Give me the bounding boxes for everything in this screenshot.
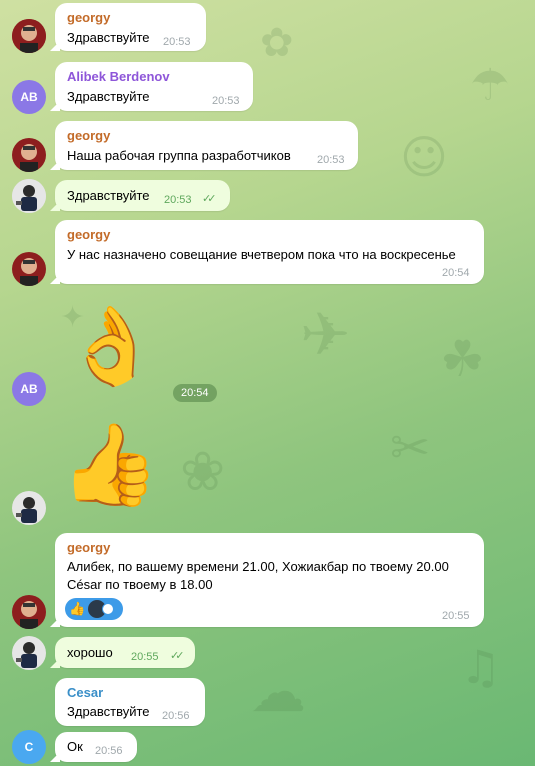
message-time: 20:54: [442, 267, 470, 279]
double-check-icon: ✓✓: [202, 193, 217, 205]
avatar-georgy[interactable]: [12, 19, 46, 53]
bubble-tail: [50, 752, 60, 762]
background-doodle: ✿: [260, 20, 294, 66]
sender-name[interactable]: georgy: [67, 227, 110, 242]
bubble-tail: [50, 41, 60, 51]
avatar-own[interactable]: [12, 636, 46, 670]
message-bubble[interactable]: georgy Алибек, по вашему времени 21.00, …: [50, 533, 484, 627]
message-time: 20:54: [173, 384, 217, 402]
message-time: 20:55: [131, 651, 159, 663]
background-doodle: ❀: [180, 440, 226, 503]
message-time: 20:55: [442, 610, 470, 622]
message-text: Наша рабочая группа разработчиков: [67, 148, 291, 163]
avatar-georgy[interactable]: [12, 252, 46, 286]
message-time: 20:53: [163, 36, 191, 48]
message-bubble[interactable]: georgy У нас назначено совещание вчетвер…: [50, 220, 484, 284]
sender-name[interactable]: georgy: [67, 540, 110, 555]
background-doodle: ✈: [300, 300, 351, 370]
thumbs-up-icon: 👍: [69, 601, 86, 616]
bubble-tail: [50, 274, 60, 284]
double-check-icon: ✓✓: [170, 650, 185, 662]
sender-name[interactable]: georgy: [67, 128, 110, 143]
message-time: 20:53: [212, 95, 240, 107]
bubble-tail: [50, 201, 60, 211]
reaction-avatar-badge: [102, 603, 115, 615]
sender-name[interactable]: Alibek Berdenov: [67, 69, 170, 84]
message-bubble[interactable]: Alibek Berdenov Здравствуйте 20:53: [50, 62, 253, 111]
avatar-georgy[interactable]: [12, 595, 46, 629]
message-time: 20:56: [162, 710, 190, 722]
message-text: Ок: [67, 739, 83, 754]
message-text-line: Алибек, по вашему времени 21.00, Хожиакб…: [67, 559, 449, 574]
avatar-own[interactable]: [12, 491, 46, 525]
message-bubble[interactable]: хорошо 20:55 ✓✓: [50, 637, 195, 668]
background-doodle: ☺: [400, 130, 448, 184]
message-bubble[interactable]: Здравствуйте 20:53 ✓✓: [50, 180, 230, 211]
avatar-initials: AB: [20, 382, 38, 396]
ok-hand-sticker[interactable]: 👌: [64, 296, 159, 396]
message-text: Здравствуйте: [67, 30, 150, 45]
avatar-georgy[interactable]: [12, 138, 46, 172]
message-bubble[interactable]: georgy Наша рабочая группа разработчиков…: [50, 121, 358, 170]
message-text: Здравствуйте: [67, 89, 150, 104]
message-time: 20:53: [317, 154, 345, 166]
avatar-cesar[interactable]: C: [12, 730, 46, 764]
avatar-initials: AB: [20, 90, 38, 104]
bubble-tail: [50, 101, 60, 111]
message-bubble[interactable]: Ок 20:56: [50, 732, 137, 762]
sender-name[interactable]: georgy: [67, 10, 110, 25]
message-text: У нас назначено совещание вчетвером пока…: [67, 247, 456, 262]
message-bubble[interactable]: Cesar Здравствуйте 20:56: [55, 678, 205, 726]
reaction-chip[interactable]: 👍: [65, 598, 123, 620]
avatar-alibek[interactable]: AB: [12, 80, 46, 114]
message-text: Здравствуйте: [67, 704, 150, 719]
avatar-initials: C: [24, 740, 34, 754]
message-text: Здравствуйте: [67, 188, 150, 203]
message-text-line: César по твоему в 18.00: [67, 577, 213, 592]
bubble-tail: [50, 658, 60, 668]
message-time: 20:56: [95, 745, 123, 757]
sender-name[interactable]: Cesar: [67, 685, 103, 700]
message-text: хорошо: [67, 645, 113, 660]
background-doodle: ☁: [250, 660, 306, 725]
background-doodle: ♫: [460, 640, 502, 694]
avatar-own[interactable]: [12, 179, 46, 213]
message-time: 20:53: [164, 194, 192, 206]
bubble-tail: [50, 160, 60, 170]
thumbs-up-sticker[interactable]: 👍: [60, 412, 160, 517]
message-bubble[interactable]: georgy Здравствуйте 20:53: [50, 3, 206, 51]
avatar-alibek[interactable]: AB: [12, 372, 46, 406]
background-doodle: ☂: [470, 60, 510, 111]
bubble-tail: [50, 617, 60, 627]
background-doodle: ☘: [440, 330, 485, 388]
background-doodle: ✂: [390, 420, 431, 476]
